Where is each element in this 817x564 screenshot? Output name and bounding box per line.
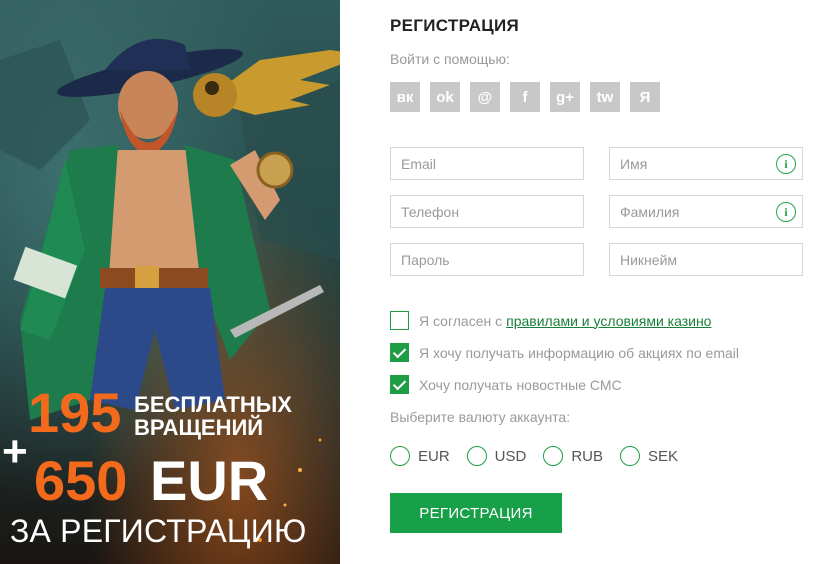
register-button[interactable]: РЕГИСТРАЦИЯ bbox=[390, 493, 562, 533]
currency-label-eur: EUR bbox=[418, 447, 450, 465]
terms-link[interactable]: правилами и условиями казино bbox=[506, 313, 711, 329]
currency-option-usd[interactable]: USD bbox=[466, 446, 527, 466]
social-login-buttons: вк ok @ f g+ tw Я bbox=[390, 82, 660, 112]
free-spins-count: 195 bbox=[28, 381, 122, 444]
phone-field-box bbox=[390, 195, 584, 228]
google-plus-icon[interactable]: g+ bbox=[550, 82, 580, 112]
password-field[interactable] bbox=[391, 244, 583, 275]
sms-news-row: Хочу получать новостные СМС bbox=[390, 375, 622, 394]
free-spins-label: БЕСПЛАТНЫХ ВРАЩЕНИЙ bbox=[134, 392, 292, 440]
currency-option-rub[interactable]: RUB bbox=[543, 446, 603, 466]
currency-option-sek[interactable]: SEK bbox=[620, 446, 678, 466]
form-title: РЕГИСТРАЦИЯ bbox=[390, 16, 520, 35]
first-name-field[interactable] bbox=[610, 148, 802, 179]
currency-options: EUR USD RUB SEK bbox=[390, 446, 695, 466]
registration-form: РЕГИСТРАЦИЯ Войти с помощью: вк ok @ f g… bbox=[340, 0, 817, 564]
bonus-amount: 650 bbox=[34, 449, 128, 512]
nickname-field-box bbox=[609, 243, 803, 276]
info-icon[interactable]: i bbox=[776, 202, 796, 222]
social-login-label: Войти с помощью: bbox=[390, 51, 510, 67]
terms-checkbox[interactable] bbox=[390, 311, 409, 330]
currency-radio[interactable] bbox=[466, 446, 487, 466]
currency-radio[interactable] bbox=[543, 446, 564, 466]
currency-label-rub: RUB bbox=[571, 447, 604, 465]
mail-icon[interactable]: @ bbox=[470, 82, 500, 112]
currency-radio[interactable] bbox=[620, 446, 641, 466]
bonus-currency: EUR bbox=[150, 449, 269, 512]
password-field-box bbox=[390, 243, 584, 276]
sms-news-label: Хочу получать новостные СМС bbox=[419, 376, 622, 393]
vk-icon[interactable]: вк bbox=[390, 82, 420, 112]
currency-label-usd: USD bbox=[494, 447, 527, 465]
currency-radio[interactable] bbox=[390, 446, 410, 466]
twitter-icon[interactable]: tw bbox=[590, 82, 620, 112]
info-icon[interactable]: i bbox=[776, 154, 796, 174]
for-registration-label: ЗА РЕГИСТРАЦИЮ bbox=[10, 513, 307, 549]
yandex-icon[interactable]: Я bbox=[630, 82, 660, 112]
last-name-field[interactable] bbox=[610, 196, 802, 227]
sms-news-checkbox[interactable] bbox=[390, 375, 409, 394]
email-field-box bbox=[390, 147, 584, 180]
first-name-field-box: i bbox=[609, 147, 803, 180]
currency-option-eur[interactable]: EUR bbox=[390, 446, 450, 466]
facebook-icon[interactable]: f bbox=[510, 82, 540, 112]
odnoklassniki-icon[interactable]: ok bbox=[430, 82, 460, 112]
email-promo-checkbox[interactable] bbox=[390, 343, 409, 362]
plus-sign: + bbox=[2, 427, 28, 476]
terms-agreement-row: Я согласен с правилами и условиями казин… bbox=[390, 311, 711, 330]
email-field[interactable] bbox=[391, 148, 583, 179]
nickname-field[interactable] bbox=[610, 244, 802, 275]
currency-label-sek: SEK bbox=[648, 447, 679, 465]
phone-field[interactable] bbox=[391, 196, 583, 227]
email-promo-row: Я хочу получать информацию об акциях по … bbox=[390, 343, 739, 362]
last-name-field-box: i bbox=[609, 195, 803, 228]
terms-label: Я согласен с bbox=[419, 312, 503, 329]
promo-banner: 195 БЕСПЛАТНЫХ ВРАЩЕНИЙ + 650 EUR ЗА РЕГ… bbox=[0, 0, 340, 564]
currency-label: Выберите валюту аккаунта: bbox=[390, 409, 571, 425]
email-promo-label: Я хочу получать информацию об акциях по … bbox=[419, 344, 740, 361]
